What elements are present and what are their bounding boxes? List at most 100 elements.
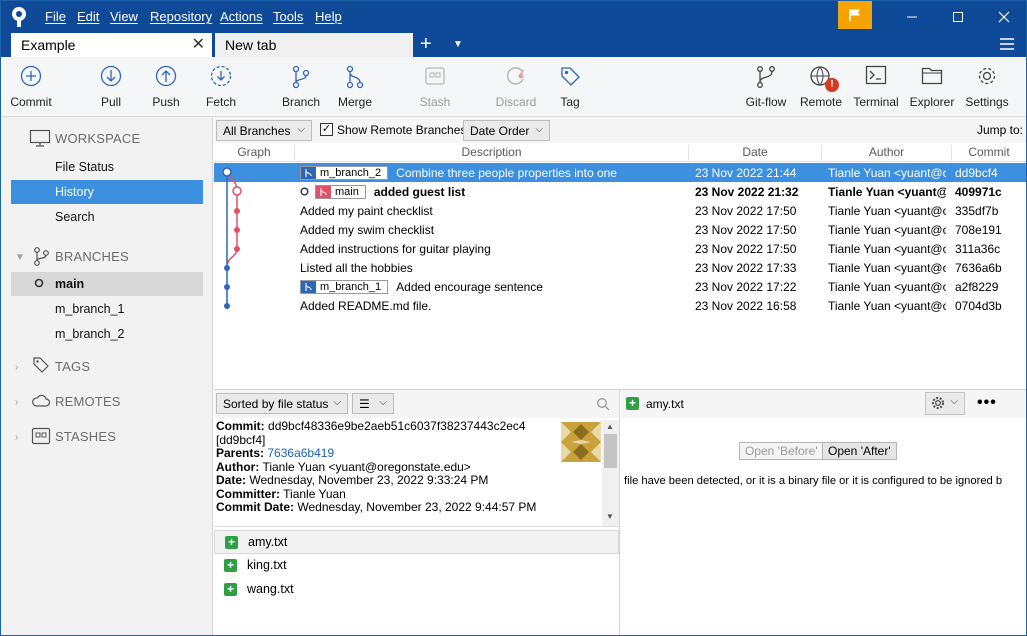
- commit-row[interactable]: m_branch_1 Added encourage sentence 23 No…: [214, 277, 1026, 296]
- explorer-button[interactable]: Explorer: [907, 57, 957, 117]
- column-date[interactable]: Date: [688, 145, 821, 162]
- hamburger-menu-icon[interactable]: [999, 37, 1015, 51]
- branch-tag: m_branch_1: [300, 280, 389, 294]
- scroll-thumb[interactable]: [604, 434, 617, 468]
- commit-short-hash: [dd9bcf4]: [216, 432, 266, 447]
- close-window-button[interactable]: [981, 1, 1026, 33]
- discard-button[interactable]: Discard: [490, 57, 542, 117]
- diff-message: file have been detected, or it is a bina…: [624, 475, 1003, 487]
- commit-row[interactable]: m_branch_2 Combine three people propertie…: [214, 163, 1026, 182]
- commit-row[interactable]: Added instructions for guitar playing 23…: [214, 239, 1026, 258]
- tab-new[interactable]: New tab: [215, 33, 413, 57]
- sidebar-item-file-status[interactable]: File Status: [11, 155, 203, 179]
- branches-collapse-chevron-icon[interactable]: ▼: [15, 252, 25, 263]
- graph-node[interactable]: [222, 167, 232, 177]
- commit-button[interactable]: Commit: [5, 57, 57, 117]
- menu-actions[interactable]: Actions: [220, 9, 263, 24]
- commit-row[interactable]: Added my swim checklist 23 Nov 2022 17:5…: [214, 220, 1026, 239]
- details-scrollbar[interactable]: ▲ ▼: [602, 420, 619, 526]
- fetch-button[interactable]: Fetch: [199, 57, 243, 117]
- add-tab-icon[interactable]: +: [420, 33, 432, 55]
- graph-node[interactable]: [234, 227, 240, 233]
- maximize-icon: [953, 12, 963, 22]
- diff-file-name: amy.txt: [646, 397, 684, 411]
- commit-details-pane: Sorted by file status ⌵ ☰ ⌵ Commit: dd9bcf…: [214, 390, 620, 635]
- graph-node[interactable]: [224, 265, 230, 271]
- remotes-header: REMOTES: [55, 394, 121, 409]
- column-description[interactable]: Description: [294, 145, 688, 162]
- more-options-icon[interactable]: •••: [977, 394, 997, 412]
- show-remote-branches-checkbox[interactable]: ✓: [320, 123, 333, 136]
- remote-button[interactable]: ! Remote: [797, 57, 845, 117]
- gitflow-button[interactable]: Git-flow: [741, 57, 791, 117]
- tags-expand-chevron-icon[interactable]: ›: [15, 362, 18, 373]
- close-tab-icon[interactable]: ✕: [192, 34, 205, 54]
- uncommitted-head-icon: [300, 187, 309, 196]
- stash-icon: [425, 67, 445, 85]
- pull-icon: [100, 65, 122, 87]
- menu-view[interactable]: View: [110, 9, 138, 24]
- tab-list-chevron-icon[interactable]: ▼: [453, 39, 463, 50]
- sidebar-item-history[interactable]: History: [11, 180, 203, 204]
- graph-node[interactable]: [224, 284, 230, 290]
- menu-tools[interactable]: Tools: [273, 9, 303, 24]
- sidebar-item-branch-m-branch-2[interactable]: m_branch_2: [11, 322, 203, 346]
- notification-flag-button[interactable]: [838, 1, 872, 29]
- diff-options-dropdown[interactable]: ⌵: [925, 392, 965, 415]
- tab-bar: Example ✕ New tab + ▼: [1, 33, 1026, 57]
- stash-button[interactable]: Stash: [413, 57, 457, 117]
- main-toolbar: Commit Pull Push Fetch Branch Merge Stas…: [1, 57, 1026, 117]
- commit-hash: dd9bcf48336e9be2aeb51c6037f38237443c2ec4: [268, 420, 526, 433]
- graph-node[interactable]: [232, 186, 242, 196]
- commit-graph: [222, 167, 242, 309]
- commit-row[interactable]: Added my paint checklist 23 Nov 2022 17:…: [214, 201, 1026, 220]
- sort-dropdown[interactable]: Sorted by file status ⌵: [216, 393, 348, 414]
- search-icon[interactable]: [596, 397, 610, 411]
- tag-button[interactable]: Tag: [548, 57, 592, 117]
- terminal-button[interactable]: Terminal: [851, 57, 901, 117]
- maximize-button[interactable]: [935, 1, 981, 33]
- scroll-up-icon[interactable]: ▲: [606, 422, 614, 431]
- file-row[interactable]: + amy.txt: [214, 530, 619, 554]
- branches-filter-dropdown[interactable]: All Branches ⌵: [216, 120, 312, 141]
- stashes-expand-chevron-icon[interactable]: ›: [15, 432, 18, 443]
- column-commit[interactable]: Commit: [951, 145, 1026, 162]
- history-filter-bar: All Branches ⌵ ✓ Show Remote Branches Dat…: [214, 117, 1026, 143]
- order-dropdown[interactable]: Date Order ⌵: [463, 120, 550, 141]
- graph-node[interactable]: [224, 303, 230, 309]
- remotes-expand-chevron-icon[interactable]: ›: [15, 397, 18, 408]
- settings-button[interactable]: Settings: [962, 57, 1012, 117]
- menu-file[interactable]: File: [45, 9, 66, 24]
- pull-button[interactable]: Pull: [89, 57, 133, 117]
- sidebar-item-search[interactable]: Search: [11, 205, 203, 229]
- menu-repository[interactable]: Repository: [150, 9, 212, 24]
- committer-value: Tianle Yuan: [283, 486, 346, 501]
- commit-row[interactable]: main added guest list 23 Nov 2022 21:32 T…: [214, 182, 1026, 201]
- scroll-down-icon[interactable]: ▼: [606, 512, 614, 521]
- push-button[interactable]: Push: [144, 57, 188, 117]
- tab-example[interactable]: Example ✕: [11, 33, 212, 57]
- column-graph[interactable]: Graph: [214, 145, 294, 162]
- monitor-icon: [29, 129, 51, 147]
- date-value: Wednesday, November 23, 2022 9:33:24 PM: [249, 473, 489, 487]
- column-author[interactable]: Author: [821, 145, 951, 162]
- merge-button[interactable]: Merge: [333, 57, 377, 117]
- graph-node[interactable]: [234, 208, 240, 214]
- branch-button[interactable]: Branch: [279, 57, 323, 117]
- commit-row[interactable]: Listed all the hobbies 23 Nov 2022 17:33…: [214, 258, 1026, 277]
- parent-commit-link[interactable]: 7636a6b419: [267, 446, 334, 460]
- view-mode-dropdown[interactable]: ☰ ⌵: [352, 393, 394, 414]
- tab-label: New tab: [225, 37, 277, 53]
- commit-row[interactable]: Added README.md file. 23 Nov 2022 16:58 …: [214, 296, 1026, 315]
- open-after-button[interactable]: Open 'After': [822, 442, 897, 460]
- file-row[interactable]: + king.txt: [214, 554, 619, 578]
- minimize-button[interactable]: [889, 1, 935, 33]
- sidebar-item-branch-m-branch-1[interactable]: m_branch_1: [11, 297, 203, 321]
- menu-help[interactable]: Help: [315, 9, 342, 24]
- workspace-header: WORKSPACE: [55, 131, 141, 146]
- open-before-button[interactable]: Open 'Before': [739, 442, 824, 460]
- menu-edit[interactable]: Edit: [77, 9, 99, 24]
- graph-node[interactable]: [234, 246, 240, 252]
- sidebar-item-branch-main[interactable]: main: [11, 272, 203, 296]
- file-row[interactable]: + wang.txt: [214, 578, 619, 602]
